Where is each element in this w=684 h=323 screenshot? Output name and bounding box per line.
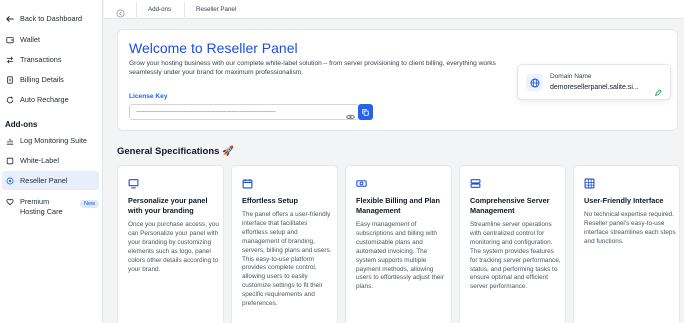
license-key-input[interactable]: ----------------------------------------… <box>129 104 359 120</box>
transactions-icon <box>6 56 14 64</box>
spec-card-interface: User-Friendly Interface No technical exp… <box>573 165 680 323</box>
domain-card: Domain Name demoresellerpanel.salite.si.… <box>517 64 671 100</box>
calendar-icon <box>242 176 253 189</box>
sidebar-item-premium-hosting-care[interactable]: Premium Hosting Care New <box>2 194 100 218</box>
page-title: Welcome to Reseller Panel <box>129 40 298 56</box>
money-icon <box>356 176 367 187</box>
hero-description: Grow your hosting business with our comp… <box>129 60 496 76</box>
server-icon <box>470 176 481 188</box>
sidebar-item-label: Log Monitoring Suite <box>20 136 87 145</box>
license-key-label: License Key <box>129 93 168 100</box>
spec-card-branding: Personalize your panel with your brandin… <box>117 165 224 323</box>
target-icon <box>6 177 14 185</box>
document-icon <box>6 75 14 84</box>
sidebar-item-label: Wallet <box>20 35 41 44</box>
home-icon[interactable] <box>116 5 125 18</box>
card-description: The panel offers a user-friendly interfa… <box>242 211 332 308</box>
card-title: Personalize your panel with your brandin… <box>128 196 208 215</box>
breadcrumb: Add-ons Reseller Panel <box>104 0 684 19</box>
pencil-icon[interactable] <box>654 84 662 97</box>
card-description: Easy management of subscriptions and bil… <box>356 221 444 291</box>
monitor-icon <box>128 176 139 189</box>
sidebar-item-label: Auto Recharge <box>20 95 69 104</box>
sidebar-item-label: Reseller Panel <box>20 176 68 185</box>
card-title: Flexible Billing and Plan Management <box>356 196 440 215</box>
addons-section-title: Add-ons <box>5 120 38 129</box>
breadcrumb-divider <box>136 2 137 17</box>
new-badge: New <box>80 200 100 208</box>
sidebar-item-reseller-panel[interactable]: Reseller Panel <box>2 171 99 190</box>
copy-icon <box>362 103 369 121</box>
sidebar-item-label: Billing Details <box>20 75 64 84</box>
sidebar-item-auto-recharge[interactable]: Auto Recharge <box>2 90 99 109</box>
heart-icon <box>6 198 14 206</box>
sidebar-item-white-label[interactable]: White-Label <box>2 151 99 170</box>
domain-label: Domain Name <box>550 73 592 80</box>
card-title: User-Friendly Interface <box>584 196 664 205</box>
refresh-icon <box>6 96 14 104</box>
spec-card-server: Comprehensive Server Management Streamli… <box>459 165 566 323</box>
back-to-dashboard-link[interactable]: Back to Dashboard <box>2 9 99 28</box>
spec-card-setup: Effortless Setup The panel offers a user… <box>231 165 338 323</box>
sidebar: Back to Dashboard Wallet Transactions Bi… <box>0 0 103 323</box>
card-title: Comprehensive Server Management <box>470 196 550 215</box>
tag-icon <box>6 157 14 165</box>
card-description: Streamline server operations with centra… <box>470 221 561 291</box>
arrow-left-icon <box>6 15 14 23</box>
sidebar-item-log-monitoring[interactable]: Log Monitoring Suite <box>2 131 99 150</box>
card-title: Effortless Setup <box>242 196 298 205</box>
breadcrumb-addons[interactable]: Add-ons <box>148 6 171 13</box>
copy-license-button[interactable] <box>358 104 373 120</box>
grid-icon <box>584 176 595 189</box>
spec-card-billing: Flexible Billing and Plan Management Eas… <box>345 165 452 323</box>
hero-card: Welcome to Reseller Panel Grow your host… <box>117 29 678 131</box>
domain-value: demoresellerpanel.salite.si... <box>550 84 639 91</box>
sidebar-item-label: Premium Hosting Care <box>20 197 63 216</box>
specifications-title: General Specifications 🚀 <box>117 146 234 157</box>
sidebar-item-label: Transactions <box>20 55 62 64</box>
sidebar-item-label: White-Label <box>20 156 59 165</box>
sidebar-item-billing-details[interactable]: Billing Details <box>2 70 99 89</box>
card-description: No technical expertise required. Reselle… <box>584 211 676 245</box>
sidebar-item-transactions[interactable]: Transactions <box>2 50 99 69</box>
sidebar-item-wallet[interactable]: Wallet <box>2 30 99 49</box>
chart-icon <box>6 137 14 145</box>
breadcrumb-reseller-panel: Reseller Panel <box>196 6 237 13</box>
card-description: Once you purchase access, you can Person… <box>128 221 219 273</box>
wallet-icon <box>6 36 14 44</box>
breadcrumb-divider <box>184 2 185 17</box>
globe-icon <box>526 74 543 91</box>
license-key-value: ----------------------------------------… <box>136 109 276 115</box>
eye-icon[interactable] <box>345 108 356 120</box>
back-label: Back to Dashboard <box>20 14 83 23</box>
